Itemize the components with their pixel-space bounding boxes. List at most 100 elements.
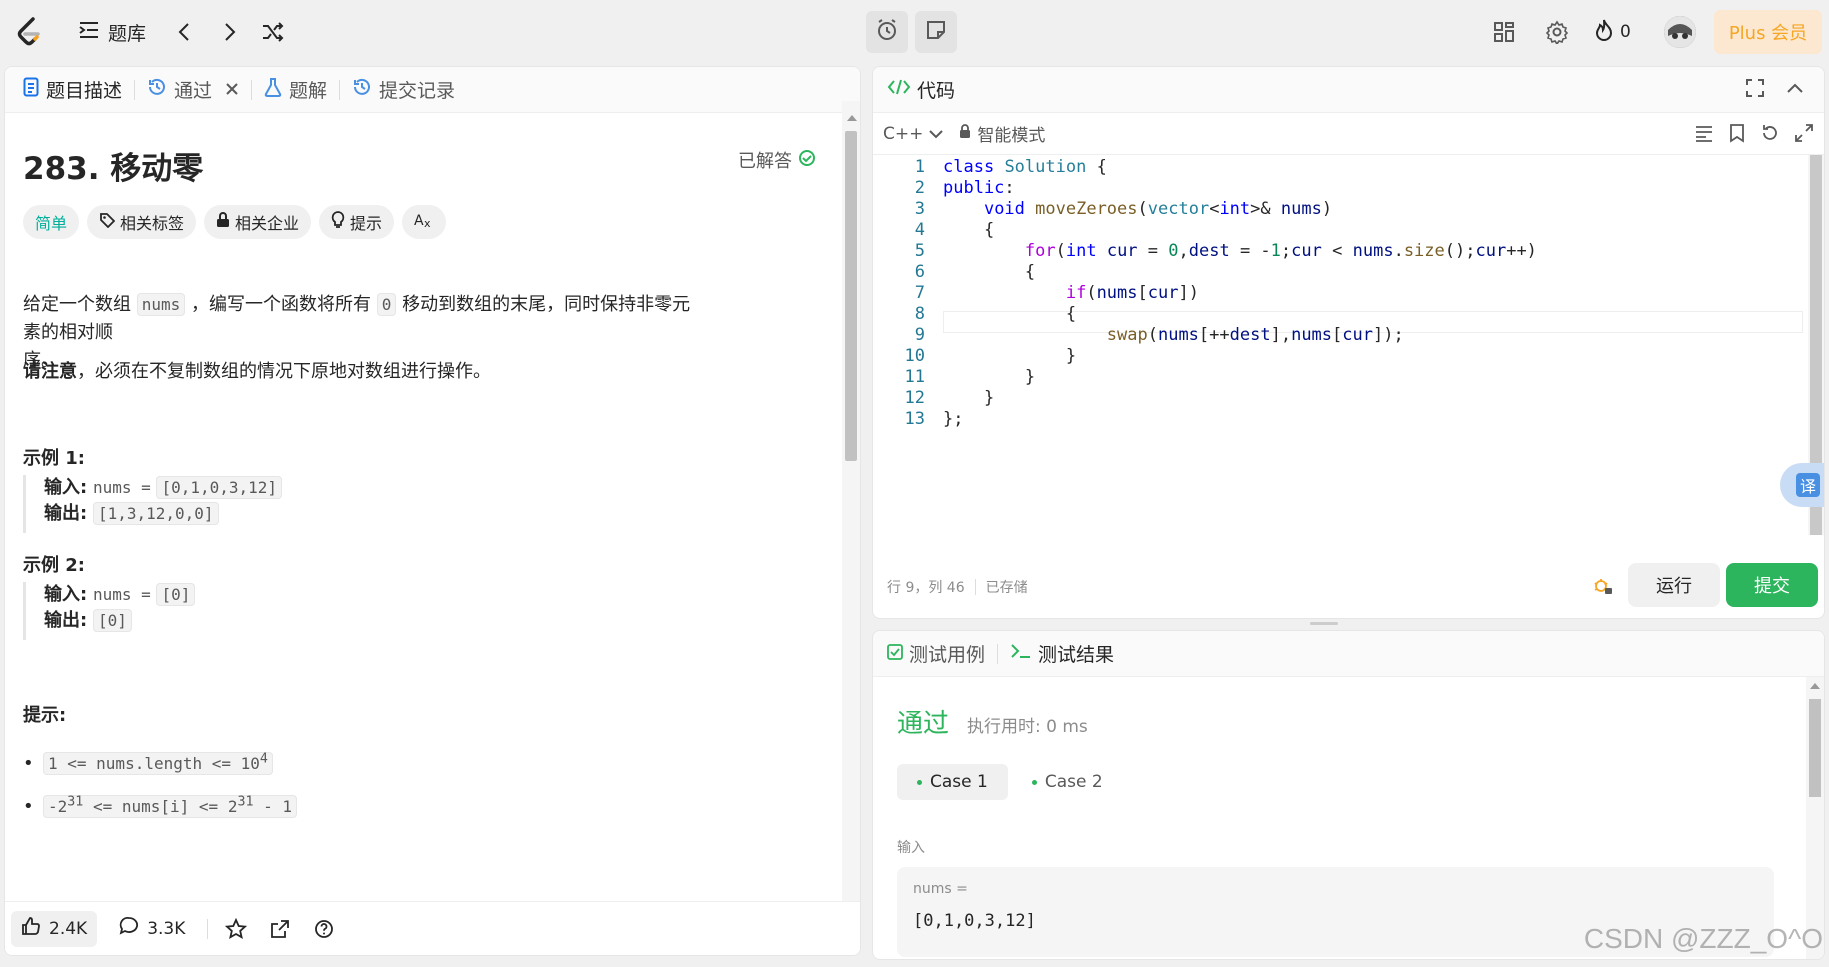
input-label: 输入: — [44, 584, 88, 605]
checkbox-icon — [887, 643, 903, 665]
example-2-block: 输入: nums = [0] 输出: [0] — [23, 582, 196, 640]
panel-resize-handle[interactable] — [1310, 622, 1338, 625]
constraints-list: • 1 <= nums.length <= 104 • -231 <= nums[i… — [23, 741, 298, 826]
case-2-tab[interactable]: Case 2 — [1018, 764, 1117, 800]
language-label: C++ — [883, 123, 924, 144]
constraint-item: • -231 <= nums[i] <= 231 - 1 — [23, 783, 298, 825]
code-panel-header: 代码 — [873, 67, 1824, 113]
check-circle-icon — [798, 149, 816, 172]
hint-button[interactable]: 提示 — [319, 205, 395, 239]
share-icon[interactable] — [264, 913, 296, 945]
star-icon[interactable] — [220, 913, 252, 945]
problem-panel: 题目描述 通过 题解 提交记录 283. 移动零 已解答 简单 相关标签 相关企… — [4, 66, 861, 956]
output-label: 输出: — [44, 610, 88, 631]
problem-tabs: 题目描述 通过 题解 提交记录 — [5, 67, 860, 113]
document-icon — [23, 77, 39, 102]
example-1-block: 输入: nums = [0,1,0,3,12] 输出: [1,3,12,0,0] — [23, 475, 283, 533]
tab-solutions[interactable]: 题解 — [252, 67, 339, 113]
tab-label: 题目描述 — [46, 80, 123, 102]
reset-icon[interactable] — [1760, 123, 1780, 147]
translate-icon: Ax — [414, 212, 434, 232]
input-value: [0,1,0,3,12] — [156, 476, 283, 499]
user-avatar[interactable] — [1664, 16, 1696, 48]
help-icon[interactable] — [308, 913, 340, 945]
problemset-label: 题库 — [108, 22, 147, 45]
case-label: Case 2 — [1044, 772, 1103, 792]
result-scrollbar[interactable] — [1806, 677, 1824, 959]
history-icon — [352, 77, 372, 102]
timer-button[interactable] — [866, 11, 908, 53]
fullscreen-icon[interactable] — [1746, 79, 1764, 101]
translate-float-button[interactable]: 译 — [1780, 463, 1824, 507]
saved-status: 已存储 — [985, 580, 1028, 596]
shuffle-icon[interactable] — [258, 18, 288, 46]
plus-membership-button[interactable]: Plus 会员 — [1714, 10, 1822, 54]
constraint-text: - 1 — [253, 796, 293, 816]
watermark: CSDN @ZZZ_O^O — [1583, 923, 1823, 954]
chevron-down-icon — [929, 124, 944, 144]
related-companies-button[interactable]: 相关企业 — [204, 205, 312, 239]
example-1-title: 示例 1: — [23, 448, 85, 469]
lock-icon — [216, 212, 230, 232]
pass-dot — [1031, 779, 1037, 785]
footer-divider — [207, 918, 209, 939]
tab-label: 测试用例 — [909, 644, 986, 666]
difficulty-badge[interactable]: 简单 — [23, 205, 80, 239]
lightbulb-icon — [331, 211, 345, 233]
scrollbar-thumb[interactable] — [845, 131, 857, 461]
expand-icon[interactable] — [1794, 123, 1814, 147]
note-icon — [925, 19, 947, 45]
top-navbar: 题库 0 Plus 会员 — [0, 0, 1829, 64]
code-editor[interactable]: 1 class Solution { 2 public: 3 void moveZe… — [873, 155, 1803, 535]
related-tags-button[interactable]: 相关标签 — [87, 205, 197, 239]
bookmark-icon[interactable] — [1728, 123, 1746, 147]
notes-button[interactable] — [915, 11, 957, 53]
problemset-button[interactable]: 题库 — [78, 18, 146, 46]
description-scrollbar[interactable] — [842, 101, 860, 923]
result-status: 通过 — [897, 709, 950, 739]
like-button[interactable]: 2.4K — [11, 910, 98, 947]
close-icon[interactable] — [225, 79, 239, 101]
constraint-sup: 31 — [67, 794, 84, 810]
runtime-label: 执行用时: 0 ms — [967, 717, 1088, 737]
case-1-tab[interactable]: Case 1 — [897, 764, 1008, 800]
problem-tag-row: 简单 相关标签 相关企业 提示 Ax — [23, 205, 447, 239]
language-select[interactable]: C++ — [883, 123, 944, 144]
submit-button[interactable]: 提交 — [1726, 563, 1818, 607]
constraint-text: <= nums[i] <= 2 — [83, 796, 238, 816]
scrollbar-thumb[interactable] — [1809, 699, 1821, 797]
thumbs-up-icon — [21, 916, 41, 941]
desc-text: ，编写一个函数将所有 — [191, 294, 371, 315]
translate-button[interactable]: Ax — [402, 205, 447, 239]
example-2-title: 示例 2: — [23, 555, 85, 576]
variable-name: nums = — [913, 881, 968, 897]
settings-gear-icon[interactable] — [1543, 18, 1571, 46]
debug-icon[interactable] — [1592, 575, 1614, 601]
prev-problem-icon[interactable] — [170, 18, 198, 46]
collapse-up-icon[interactable] — [1786, 79, 1804, 101]
format-icon[interactable] — [1694, 123, 1714, 147]
inline-code: nums — [136, 293, 186, 316]
smart-mode-toggle[interactable]: 智能模式 — [959, 121, 1045, 146]
code-toolbar-actions — [1694, 123, 1814, 147]
editor-statusbar: 行 9，列 46 已存储 运行 提交 — [873, 555, 1824, 618]
next-problem-icon[interactable] — [216, 18, 244, 46]
tab-testcase[interactable]: 测试用例 — [887, 631, 997, 677]
tab-label: 题解 — [289, 80, 328, 102]
translate-label: 译 — [1796, 473, 1820, 497]
layout-icon[interactable] — [1490, 18, 1518, 46]
lock-icon — [959, 123, 971, 144]
input-label: 输入 — [897, 840, 925, 856]
tab-code[interactable]: 代码 — [887, 67, 967, 113]
tab-description[interactable]: 题目描述 — [19, 67, 134, 113]
run-button[interactable]: 运行 — [1628, 563, 1720, 607]
tab-submissions[interactable]: 提交记录 — [340, 67, 467, 113]
streak-counter[interactable]: 0 — [1594, 18, 1631, 46]
tab-test-result[interactable]: 测试结果 — [998, 631, 1126, 677]
streak-count: 0 — [1620, 22, 1631, 42]
comments-button[interactable]: 3.3K — [109, 911, 195, 947]
tab-accepted[interactable]: 通过 — [135, 67, 251, 113]
leetcode-logo-icon[interactable] — [14, 14, 44, 50]
tab-label: 通过 — [174, 80, 213, 102]
hints-title: 提示: — [23, 705, 67, 726]
